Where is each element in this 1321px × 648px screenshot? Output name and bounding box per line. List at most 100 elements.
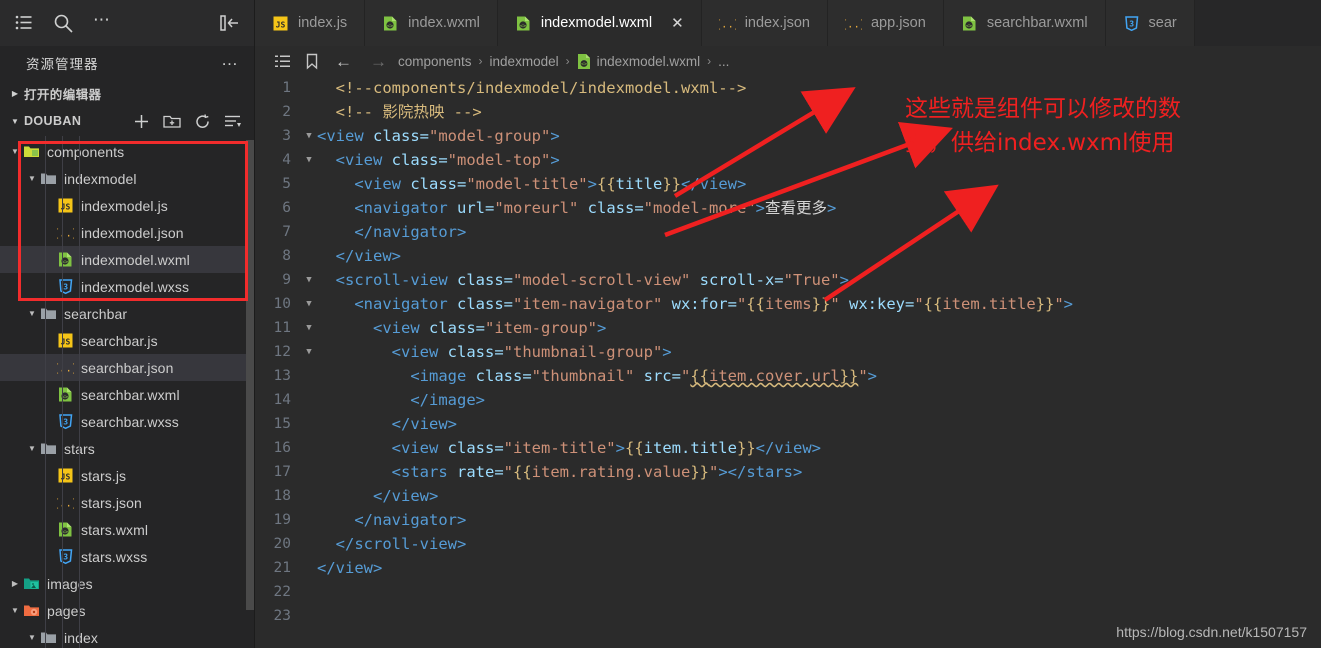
code-line-text[interactable]: </view> <box>317 244 1321 268</box>
code-line-text[interactable]: <scroll-view class="model-scroll-view" s… <box>317 268 1321 292</box>
tree-item-stars-wxml[interactable]: <> stars.wxml <box>0 516 254 543</box>
chevron-down-icon[interactable] <box>25 444 39 453</box>
chevron-right-icon[interactable] <box>8 579 22 588</box>
nav-forward-arrow[interactable]: → <box>361 53 396 70</box>
fold-chevron-icon[interactable]: ▼ <box>301 148 317 172</box>
code-line-text[interactable]: </image> <box>317 388 1321 412</box>
breadcrumb-item-overflow[interactable]: ... <box>716 54 731 69</box>
tree-item-indexmodel[interactable]: indexmodel <box>0 165 254 192</box>
refresh-icon[interactable] <box>194 113 211 130</box>
code-line[interactable]: 9 ▼ <scroll-view class="model-scroll-view… <box>255 268 1321 292</box>
tree-item-searchbar-wxss[interactable]: 3 searchbar.wxss <box>0 408 254 435</box>
tree-item-stars-json[interactable]: {..} stars.json <box>0 489 254 516</box>
tree-item-searchbar-wxml[interactable]: <> searchbar.wxml <box>0 381 254 408</box>
chevron-right-icon[interactable] <box>8 89 22 98</box>
chevron-down-icon[interactable] <box>8 147 22 156</box>
code-line-text[interactable]: </view> <box>317 412 1321 436</box>
tree-item-indexmodel-wxss[interactable]: 3 indexmodel.wxss <box>0 273 254 300</box>
code-line[interactable]: 1 <!--components/indexmodel/indexmodel.w… <box>255 76 1321 100</box>
code-line[interactable]: 15 </view> <box>255 412 1321 436</box>
nav-back-arrow[interactable]: ← <box>326 53 361 70</box>
explorer-more-icon[interactable]: … <box>221 51 240 71</box>
fold-chevron-icon[interactable]: ▼ <box>301 316 317 340</box>
editor-tab-index-wxml[interactable]: <> index.wxml <box>365 0 498 46</box>
code-line-text[interactable]: </view> <box>317 556 1321 580</box>
code-line-text[interactable]: <navigator class="item-navigator" wx:for… <box>317 292 1321 316</box>
editor-tab-index-json[interactable]: {..} index.json <box>701 0 828 46</box>
sidebar-scrollbar[interactable] <box>246 140 254 610</box>
code-line[interactable]: 23 <box>255 604 1321 628</box>
code-line[interactable]: 8 </view> <box>255 244 1321 268</box>
new-file-icon[interactable] <box>133 113 150 130</box>
new-folder-icon[interactable] <box>163 113 181 130</box>
code-line-text[interactable]: <view class="item-group"> <box>317 316 1321 340</box>
code-content[interactable]: 1 <!--components/indexmodel/indexmodel.w… <box>255 76 1321 628</box>
collapse-all-icon[interactable] <box>224 113 242 130</box>
tree-item-indexmodel-json[interactable]: {..} indexmodel.json <box>0 219 254 246</box>
tree-item-searchbar-json[interactable]: {..} searchbar.json <box>0 354 254 381</box>
code-line[interactable]: 2 <!-- 影院热映 --> <box>255 100 1321 124</box>
search-icon[interactable] <box>53 13 74 34</box>
code-line[interactable]: 16 <view class="item-title">{{item.title… <box>255 436 1321 460</box>
chevron-down-icon[interactable] <box>8 117 22 126</box>
code-line[interactable]: 10 ▼ <navigator class="item-navigator" wx… <box>255 292 1321 316</box>
code-line-text[interactable]: </navigator> <box>317 508 1321 532</box>
chevron-down-icon[interactable] <box>25 633 39 642</box>
fold-chevron-icon[interactable]: ▼ <box>301 340 317 364</box>
tree-item-stars-wxss[interactable]: 3 stars.wxss <box>0 543 254 570</box>
code-line[interactable]: 4 ▼ <view class="model-top"> <box>255 148 1321 172</box>
outline-icon[interactable] <box>267 54 298 69</box>
breadcrumb-item-components[interactable]: components <box>396 54 474 69</box>
close-icon[interactable]: ✕ <box>671 16 684 31</box>
editor-tab-indexmodel-wxml[interactable]: <> indexmodel.wxml ✕ <box>497 0 702 46</box>
tree-item-indexmodel-js[interactable]: JS indexmodel.js <box>0 192 254 219</box>
code-line-text[interactable]: <view class="model-group"> <box>317 124 1321 148</box>
breadcrumb-item-file[interactable]: <> indexmodel.wxml <box>575 53 703 70</box>
ellipsis-icon[interactable]: ⋯ <box>93 11 112 31</box>
code-line[interactable]: 22 <box>255 580 1321 604</box>
code-line-text[interactable]: </navigator> <box>317 220 1321 244</box>
code-line-text[interactable]: <view class="item-title">{{item.title}}<… <box>317 436 1321 460</box>
collapse-panel-icon[interactable] <box>220 14 240 32</box>
project-section[interactable]: DOUBAN <box>0 106 254 136</box>
code-line[interactable]: 7 </navigator> <box>255 220 1321 244</box>
tree-item-images[interactable]: images <box>0 570 254 597</box>
code-line-text[interactable]: <!-- 影院热映 --> <box>317 100 1321 124</box>
bookmark-icon[interactable] <box>298 53 326 70</box>
editor-tab-sear[interactable]: 3 sear <box>1105 0 1195 46</box>
code-line[interactable]: 5 <view class="model-title">{{title}}</v… <box>255 172 1321 196</box>
code-line[interactable]: 13 <image class="thumbnail" src="{{item.… <box>255 364 1321 388</box>
editor-tabs[interactable]: JS index.js <> index.wxml <> indexmodel.wxml ✕… <box>255 0 1321 46</box>
code-line[interactable]: 12 ▼ <view class="thumbnail-group"> <box>255 340 1321 364</box>
tree-item-pages[interactable]: pages <box>0 597 254 624</box>
fold-chevron-icon[interactable]: ▼ <box>301 124 317 148</box>
fold-chevron-icon[interactable]: ▼ <box>301 292 317 316</box>
code-line-text[interactable]: <view class="model-top"> <box>317 148 1321 172</box>
tree-item-stars[interactable]: stars <box>0 435 254 462</box>
tree-item-searchbar-js[interactable]: JS searchbar.js <box>0 327 254 354</box>
code-line[interactable]: 6 <navigator url="moreurl" class="model-… <box>255 196 1321 220</box>
code-line-text[interactable]: </scroll-view> <box>317 532 1321 556</box>
tree-item-indexmodel-wxml[interactable]: <> indexmodel.wxml <box>0 246 254 273</box>
code-line-text[interactable]: <stars rate="{{item.rating.value}}"></st… <box>317 460 1321 484</box>
code-line-text[interactable]: <view class="model-title">{{title}}</vie… <box>317 172 1321 196</box>
code-line-text[interactable]: <view class="thumbnail-group"> <box>317 340 1321 364</box>
open-editors-section[interactable]: 打开的编辑器 <box>0 80 254 106</box>
code-editor[interactable]: 1 <!--components/indexmodel/indexmodel.w… <box>255 76 1321 648</box>
chevron-down-icon[interactable] <box>25 309 39 318</box>
code-line[interactable]: 14 </image> <box>255 388 1321 412</box>
code-line[interactable]: 17 <stars rate="{{item.rating.value}}"><… <box>255 460 1321 484</box>
code-line-text[interactable]: <image class="thumbnail" src="{{item.cov… <box>317 364 1321 388</box>
breadcrumb-item-indexmodel[interactable]: indexmodel <box>488 54 561 69</box>
tree-item-index[interactable]: index <box>0 624 254 648</box>
editor-tab-index-js[interactable]: JS index.js <box>255 0 366 46</box>
tree-item-stars-js[interactable]: JS stars.js <box>0 462 254 489</box>
file-tree[interactable]: components indexmodel JS indexmodel.js {..} i… <box>0 136 254 648</box>
code-line[interactable]: 19 </navigator> <box>255 508 1321 532</box>
code-line[interactable]: 21 </view> <box>255 556 1321 580</box>
editor-tab-app-json[interactable]: {..} app.json <box>827 0 944 46</box>
editor-tab-searchbar-wxml[interactable]: <> searchbar.wxml <box>943 0 1106 46</box>
code-line[interactable]: 3 ▼ <view class="model-group"> <box>255 124 1321 148</box>
fold-chevron-icon[interactable]: ▼ <box>301 268 317 292</box>
chevron-down-icon[interactable] <box>25 174 39 183</box>
